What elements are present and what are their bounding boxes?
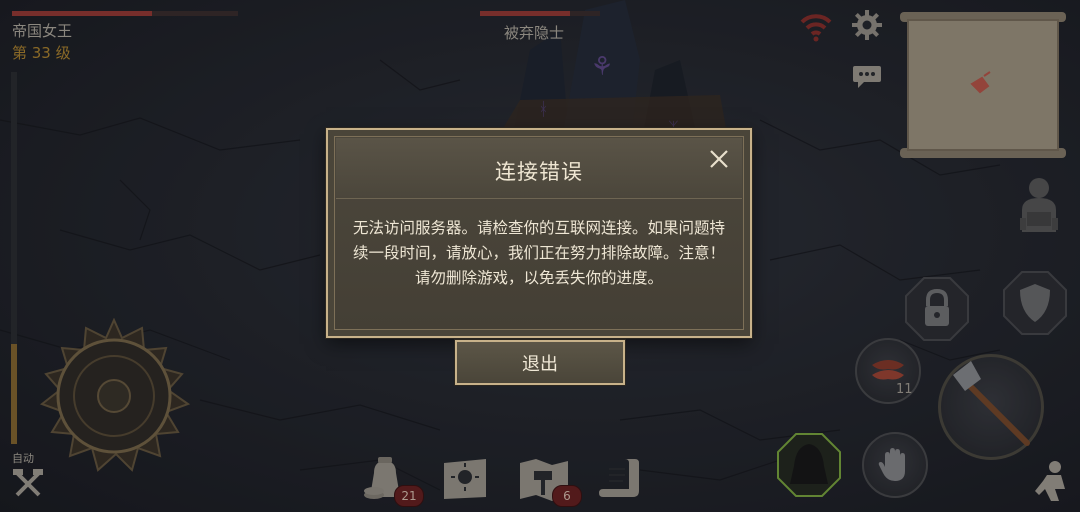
close-icon[interactable] [708, 148, 730, 170]
dialog-title: 连接错误 [495, 160, 583, 184]
exit-button[interactable]: 退出 [455, 340, 625, 385]
connection-error-dialog: 连接错误 无法访问服务器。请检查你的互联网连接。如果问题持续一段时间，请放心，我… [326, 128, 752, 338]
dialog-message: 无法访问服务器。请检查你的互联网连接。如果问题持续一段时间，请放心，我们正在努力… [352, 219, 725, 287]
